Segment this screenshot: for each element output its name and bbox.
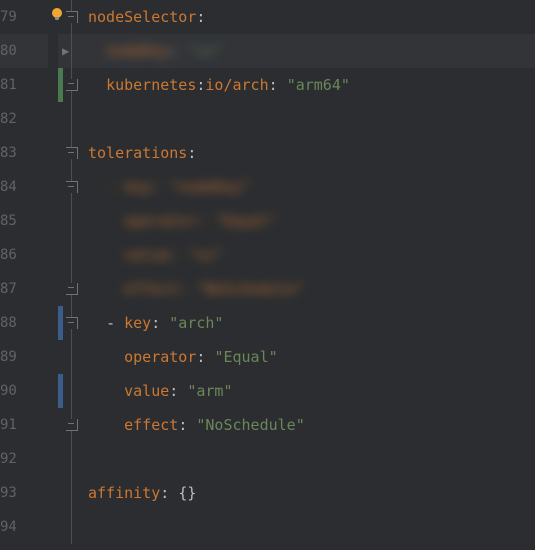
yaml-key: tolerations	[88, 136, 187, 170]
line-number: 94	[0, 510, 17, 544]
line-number: 85	[0, 204, 17, 238]
code-line[interactable]: kubernetes:io/arch: "arm64"	[86, 68, 535, 102]
lightbulb-icon[interactable]	[49, 6, 65, 22]
code-line[interactable]	[86, 510, 535, 544]
yaml-string: "arm"	[187, 374, 232, 408]
line-number: 84	[0, 170, 17, 204]
yaml-string: "arm64"	[287, 68, 350, 102]
code-line[interactable]: effect: "NoSchedule"	[86, 408, 535, 442]
line-number: 87	[0, 272, 17, 306]
fold-toggle-icon[interactable]	[66, 317, 78, 329]
line-number: 91	[0, 408, 17, 442]
yaml-key: operator	[124, 340, 196, 374]
code-line[interactable]: operator: "Equal"	[86, 340, 535, 374]
line-number: 81	[0, 68, 17, 102]
yaml-key: kubernetes	[106, 68, 196, 102]
code-line[interactable]	[86, 442, 535, 476]
yaml-key: affinity	[88, 476, 160, 510]
line-number: 93	[0, 476, 17, 510]
line-number: 79	[0, 0, 17, 34]
yaml-colon: :	[196, 0, 205, 34]
line-number: 86	[0, 238, 17, 272]
code-line[interactable]: nodeSelector:	[86, 0, 535, 34]
code-line[interactable]: - key: "arch"	[86, 306, 535, 340]
line-number: 83	[0, 136, 17, 170]
breakpoint-arrow-icon[interactable]: ▶	[62, 44, 69, 58]
fold-toggle-icon[interactable]	[66, 283, 78, 295]
fold-gutter[interactable]	[58, 0, 86, 550]
line-number: 89	[0, 340, 17, 374]
code-line[interactable]: effect: "NoSchedule"	[86, 272, 535, 306]
yaml-key: nodeSelector	[88, 0, 196, 34]
code-editor[interactable]: 79 80 81 82 83 84 85 86 87 88 89 90 91 9…	[0, 0, 535, 550]
code-line[interactable]: value: "arm"	[86, 374, 535, 408]
yaml-string: "Equal"	[214, 340, 277, 374]
code-line-current[interactable]: nodeKey: "xx"	[86, 34, 535, 68]
yaml-string: "NoSchedule"	[196, 408, 304, 442]
code-content[interactable]: nodeSelector: nodeKey: "xx" kubernetes:i…	[86, 0, 535, 550]
line-number: 88	[0, 306, 17, 340]
code-line[interactable]: operator: "Equal"	[86, 204, 535, 238]
fold-toggle-icon[interactable]	[66, 181, 78, 193]
code-line[interactable]: value: "xx"	[86, 238, 535, 272]
code-line[interactable]	[86, 102, 535, 136]
fold-toggle-icon[interactable]	[66, 147, 78, 159]
yaml-key: key	[124, 306, 151, 340]
yaml-key: effect	[124, 408, 178, 442]
fold-toggle-icon[interactable]	[66, 11, 78, 23]
line-number: 90	[0, 374, 17, 408]
fold-toggle-icon[interactable]	[66, 419, 78, 431]
code-line[interactable]: tolerations:	[86, 136, 535, 170]
line-number: 92	[0, 442, 17, 476]
code-line[interactable]: - key: "nodeKey"	[86, 170, 535, 204]
yaml-string: "arch"	[169, 306, 223, 340]
fold-toggle-icon[interactable]	[66, 79, 78, 91]
line-number-gutter[interactable]: 79 80 81 82 83 84 85 86 87 88 89 90 91 9…	[0, 0, 58, 550]
line-number: 82	[0, 102, 17, 136]
yaml-key: value	[124, 374, 169, 408]
yaml-value: {}	[178, 476, 196, 510]
line-number: 80	[0, 34, 17, 68]
code-line[interactable]: affinity: {}	[86, 476, 535, 510]
